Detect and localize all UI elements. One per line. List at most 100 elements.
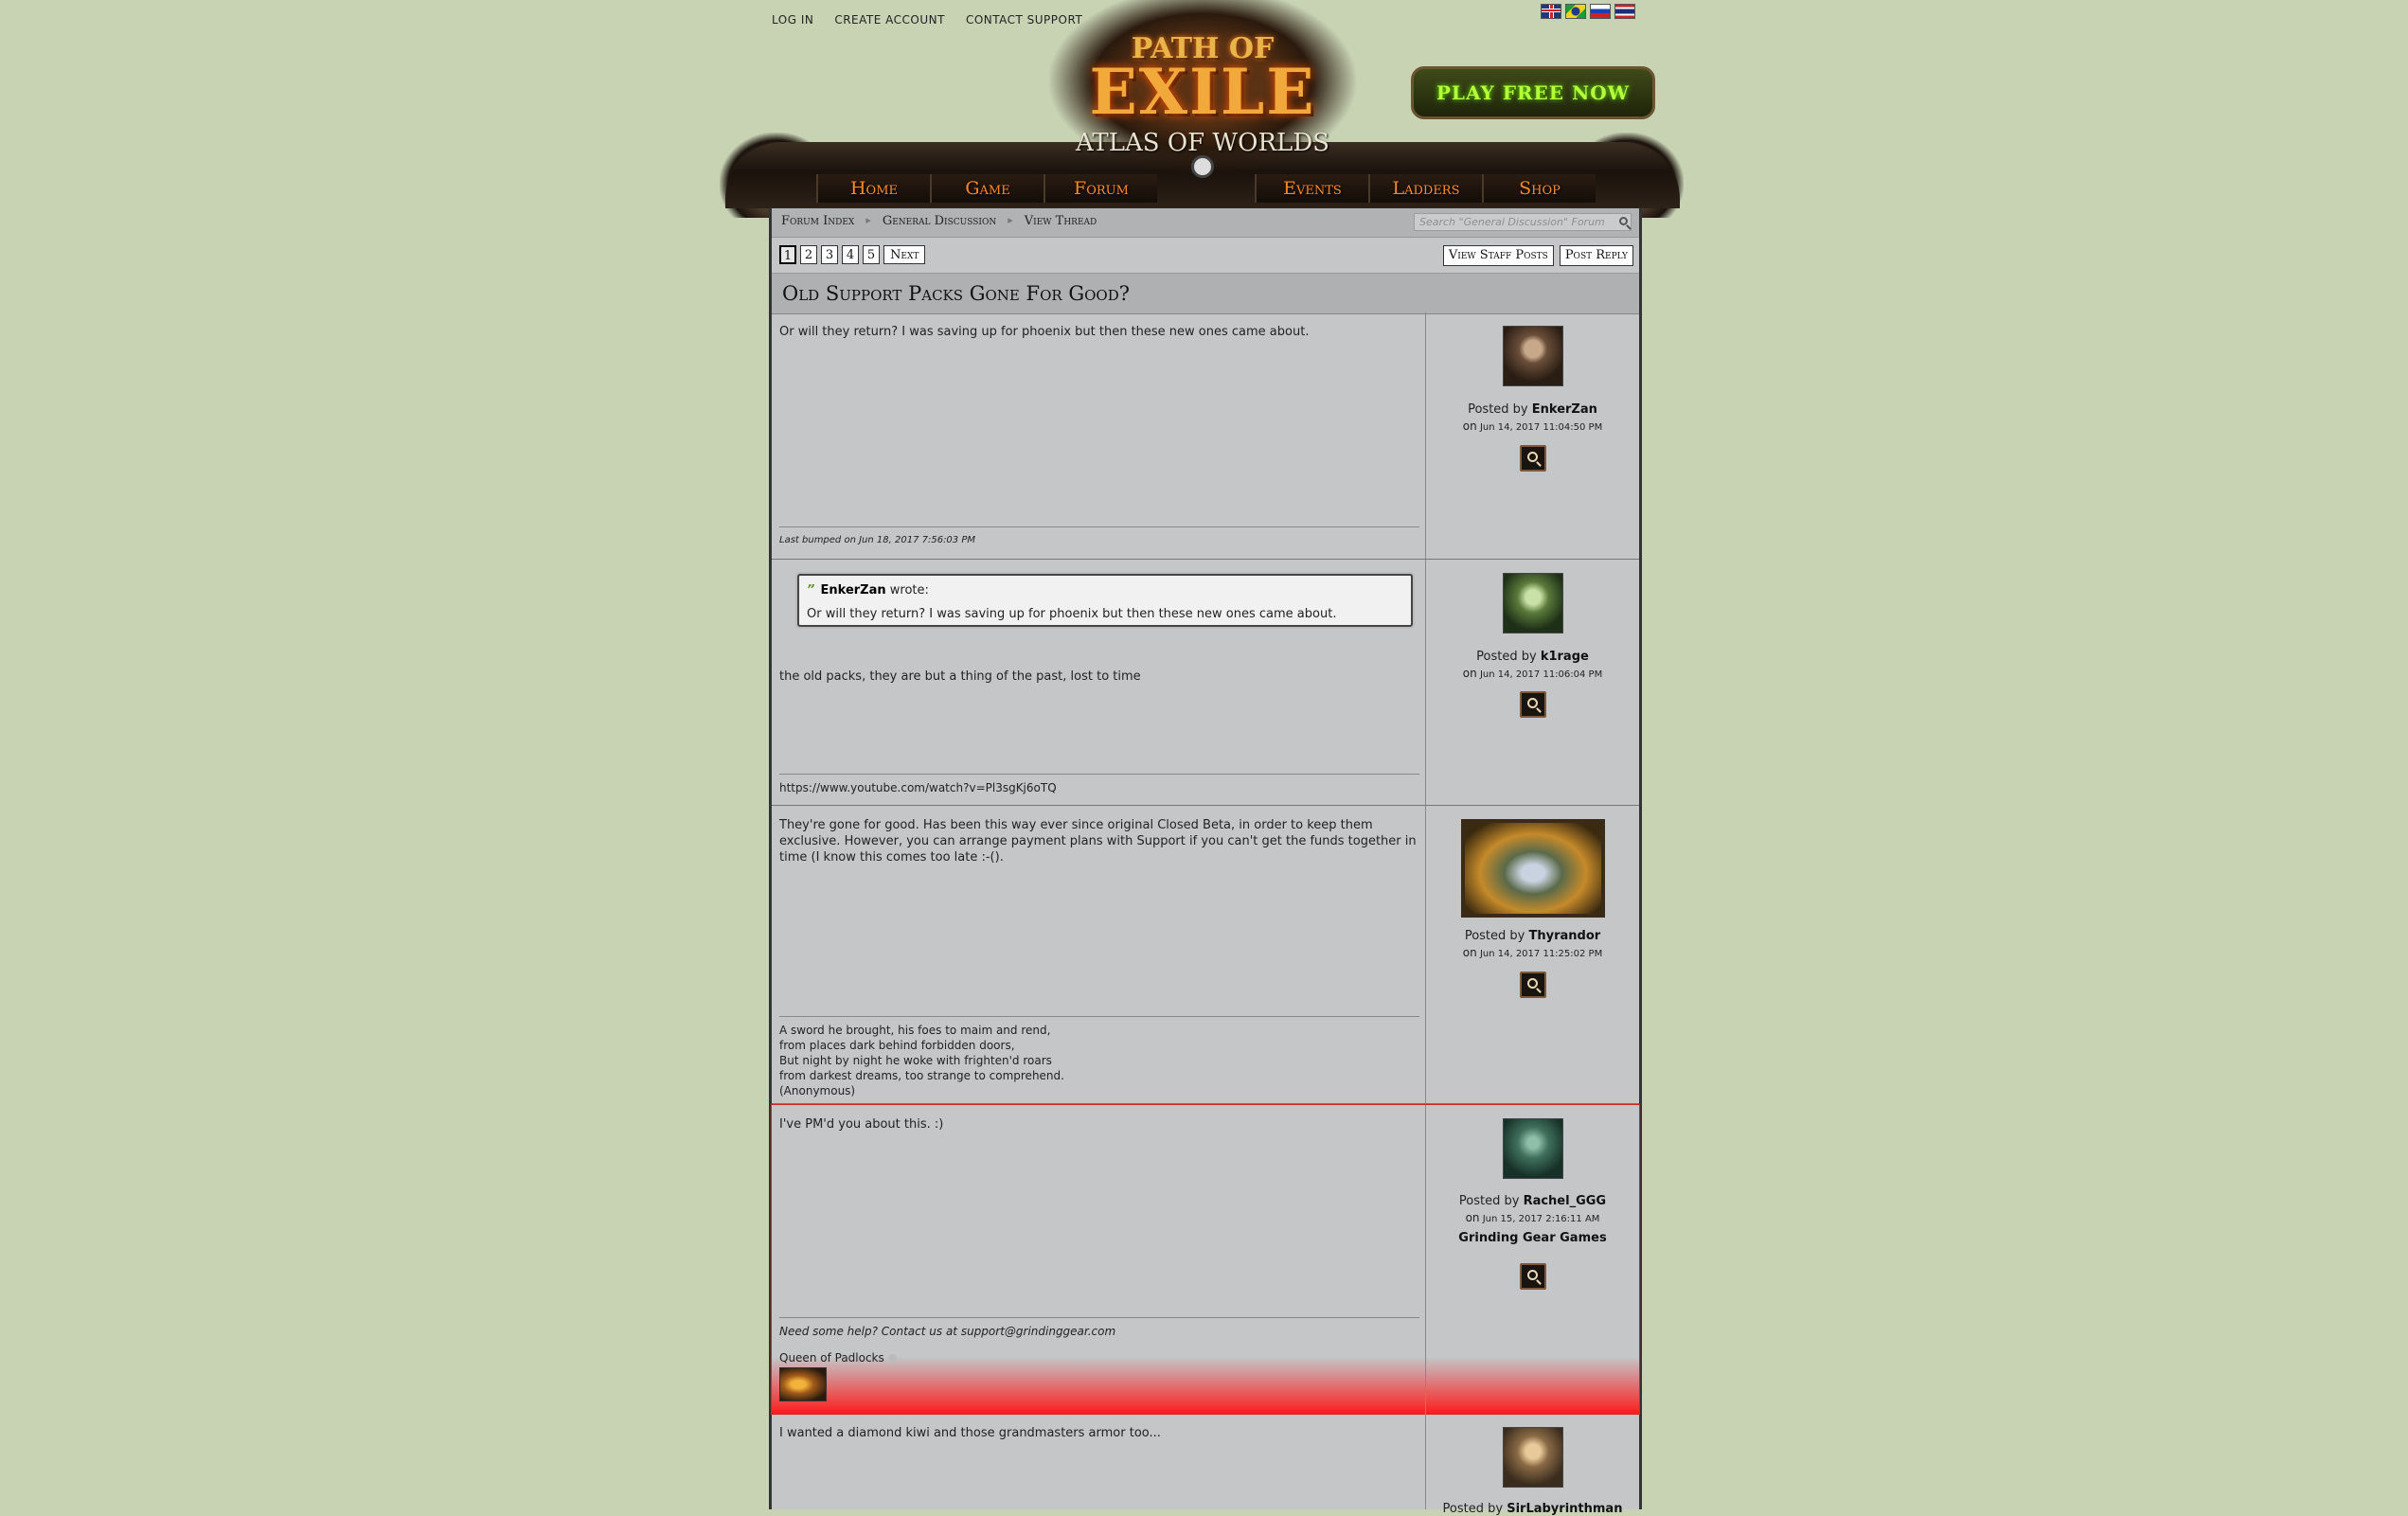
- posted-by: Posted by Rachel_GGG: [1426, 1194, 1639, 1208]
- view-profile-button[interactable]: [1519, 1263, 1546, 1290]
- on-label: on: [1462, 419, 1477, 433]
- signature-line: A sword he brought, his foes to maim and…: [779, 1024, 1051, 1037]
- thread-actions: View Staff Posts Post Reply: [1442, 245, 1633, 266]
- play-free-now-button[interactable]: PLAY FREE NOW: [1411, 66, 1655, 119]
- forum-container: Forum Index ▸ General Discussion ▸ View …: [769, 208, 1642, 1516]
- nav-ladders[interactable]: Ladders: [1368, 174, 1482, 203]
- magnifier-icon: [1526, 452, 1538, 462]
- post-signature: Last bumped on Jun 18, 2017 7:56:03 PM: [779, 526, 1419, 548]
- view-profile-button[interactable]: [1519, 972, 1546, 998]
- flag-english-icon[interactable]: [1541, 4, 1561, 19]
- page-4-button[interactable]: 4: [842, 245, 859, 264]
- breadcrumb-forum-index[interactable]: Forum Index: [781, 214, 854, 228]
- signature-title: Queen of Padlocks: [779, 1351, 897, 1364]
- nav-game[interactable]: Game: [930, 174, 1043, 203]
- forum-post: Or will they return? I was saving up for…: [772, 312, 1639, 560]
- forum-post: I wanted a diamond kiwi and those grandm…: [772, 1414, 1639, 1516]
- breadcrumb-general-discussion[interactable]: General Discussion: [883, 214, 996, 228]
- compass-icon: [1191, 155, 1214, 178]
- avatar[interactable]: [1502, 1118, 1563, 1179]
- nav-forum[interactable]: Forum: [1043, 174, 1157, 203]
- post-body: They're gone for good. Has been this way…: [772, 806, 1426, 1103]
- page-5-button[interactable]: 5: [863, 245, 880, 264]
- top-links: LOG IN CREATE ACCOUNT CONTACT SUPPORT: [772, 9, 1082, 30]
- post-text: I wanted a diamond kiwi and those grandm…: [779, 1426, 1161, 1440]
- post-text: They're gone for good. Has been this way…: [779, 818, 1417, 865]
- post-signature-link[interactable]: https://www.youtube.com/watch?v=Pl3sgKj6…: [779, 774, 1419, 795]
- view-profile-button[interactable]: [1519, 691, 1546, 718]
- flag-thai-icon[interactable]: [1614, 4, 1635, 19]
- forum-search-input[interactable]: Search "General Discussion" Forum: [1414, 213, 1632, 231]
- page-2-button[interactable]: 2: [800, 245, 817, 264]
- flag-portuguese-icon[interactable]: [1565, 4, 1586, 19]
- next-page-button[interactable]: Next: [883, 245, 926, 264]
- quote-box: ” EnkerZan wrote: Or will they return? I…: [797, 574, 1413, 627]
- post-date: on Jun 15, 2017 2:16:11 AM: [1426, 1211, 1639, 1224]
- signature-line: (Anonymous): [779, 1084, 856, 1097]
- game-logo[interactable]: PATH OF EXILE ATLAS OF WORLDS: [1042, 0, 1364, 180]
- breadcrumb: Forum Index ▸ General Discussion ▸ View …: [781, 214, 1097, 228]
- signature-line: from darkest dreams, too strange to comp…: [779, 1069, 1064, 1082]
- logo-exile: EXILE: [1089, 55, 1316, 129]
- posted-by-label: Posted by: [1476, 650, 1537, 664]
- page-1-button[interactable]: 1: [779, 245, 796, 264]
- view-staff-posts-button[interactable]: View Staff Posts: [1442, 245, 1554, 266]
- quote-author-name[interactable]: EnkerZan: [821, 583, 886, 597]
- post-text: I've PM'd you about this. :): [779, 1117, 944, 1132]
- avatar[interactable]: [1502, 573, 1563, 633]
- posted-by: Posted by k1rage: [1426, 650, 1639, 664]
- nav-home[interactable]: Home: [816, 174, 930, 203]
- posted-by-label: Posted by: [1464, 929, 1525, 943]
- on-label: on: [1465, 1211, 1480, 1224]
- post-reply-button[interactable]: Post Reply: [1559, 245, 1633, 266]
- post-meta: Posted by SirLabyrinthman: [1426, 1414, 1639, 1516]
- posted-by: Posted by EnkerZan: [1426, 402, 1639, 417]
- post-date: on Jun 14, 2017 11:25:02 PM: [1426, 946, 1639, 959]
- signature-title-text: Queen of Padlocks: [779, 1351, 884, 1364]
- avatar[interactable]: [1502, 1427, 1563, 1488]
- forum-post-staff: I've PM'd you about this. :) Need some h…: [771, 1104, 1640, 1415]
- post-meta: Posted by EnkerZan on Jun 14, 2017 11:04…: [1426, 312, 1639, 559]
- magnifier-icon: [1526, 698, 1538, 708]
- post-signature: Need some help? Contact us at support@gr…: [779, 1317, 1419, 1339]
- post-text: Or will they return? I was saving up for…: [779, 325, 1310, 339]
- post-timestamp: Jun 14, 2017 11:06:04 PM: [1479, 669, 1603, 680]
- author-name[interactable]: k1rage: [1541, 650, 1589, 664]
- post-body: ” EnkerZan wrote: Or will they return? I…: [772, 560, 1426, 805]
- create-account-link[interactable]: CREATE ACCOUNT: [834, 9, 945, 30]
- flag-russian-icon[interactable]: [1590, 4, 1611, 19]
- nav-events[interactable]: Events: [1255, 174, 1368, 203]
- avatar[interactable]: [1502, 326, 1563, 386]
- nav-shop[interactable]: Shop: [1482, 174, 1596, 203]
- post-body: I've PM'd you about this. :) Need some h…: [772, 1105, 1426, 1414]
- pager-row: 1 2 3 4 5 Next View Staff Posts Post Rep…: [772, 238, 1639, 272]
- post-timestamp: Jun 14, 2017 11:04:50 PM: [1479, 422, 1603, 433]
- page-3-button[interactable]: 3: [821, 245, 838, 264]
- thread-title: Old Support Packs Gone For Good?: [782, 282, 1131, 305]
- forum-post: They're gone for good. Has been this way…: [772, 806, 1639, 1104]
- padlock-icon: [887, 1354, 897, 1363]
- post-meta: Posted by k1rage on Jun 14, 2017 11:06:0…: [1426, 560, 1639, 805]
- quote-icon: ”: [807, 583, 815, 597]
- signature-line: But night by night he woke with frighten…: [779, 1054, 1052, 1067]
- author-name[interactable]: Thyrandor: [1528, 929, 1600, 943]
- author-name[interactable]: Rachel_GGG: [1524, 1194, 1607, 1208]
- search-icon[interactable]: [1619, 217, 1628, 225]
- login-link[interactable]: LOG IN: [772, 9, 813, 30]
- post-text: the old packs, they are but a thing of t…: [779, 669, 1141, 684]
- avatar[interactable]: [1460, 819, 1605, 918]
- posted-by: Posted by Thyrandor: [1426, 929, 1639, 943]
- breadcrumb-separator-icon: ▸: [1008, 214, 1013, 226]
- magnifier-icon: [1526, 1270, 1538, 1280]
- posted-by-label: Posted by: [1468, 402, 1528, 417]
- post-meta: Posted by Thyrandor on Jun 14, 2017 11:2…: [1426, 806, 1639, 1103]
- signature-image: [779, 1367, 827, 1401]
- post-body: I wanted a diamond kiwi and those grandm…: [772, 1414, 1426, 1509]
- author-name[interactable]: EnkerZan: [1532, 402, 1597, 417]
- view-profile-button[interactable]: [1519, 445, 1546, 472]
- magnifier-icon: [1526, 978, 1538, 989]
- logo-atlas: ATLAS OF WORLDS: [1076, 129, 1329, 157]
- forum-post: ” EnkerZan wrote: Or will they return? I…: [772, 560, 1639, 806]
- main-nav-left: Home Game Forum: [816, 174, 1157, 203]
- quote-author: ” EnkerZan wrote:: [807, 583, 929, 597]
